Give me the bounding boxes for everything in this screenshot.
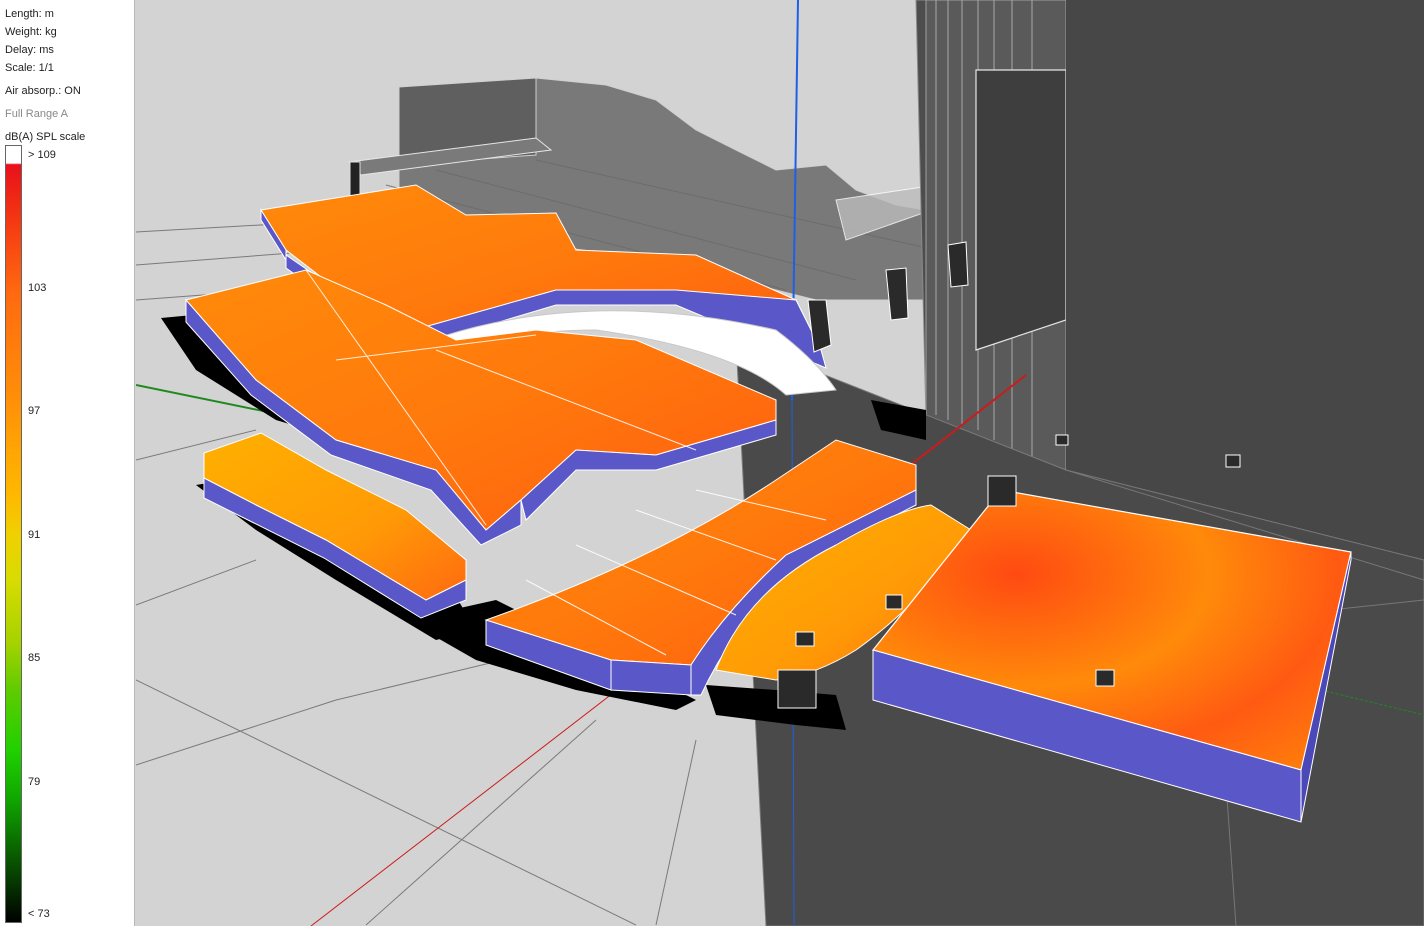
- spl-tick-91: 91: [28, 529, 41, 541]
- subwoofer-icon: [987, 475, 1017, 507]
- spl-color-scale-bar: [5, 145, 22, 923]
- spl-tick-97: 97: [28, 405, 41, 417]
- spl-scale-title: dB(A) SPL scale: [5, 131, 86, 143]
- spl-tick-max: > 109: [28, 149, 56, 161]
- spl-tick-103: 103: [28, 282, 47, 294]
- speaker-array-icon: [885, 267, 909, 321]
- speaker-icon: [795, 631, 815, 647]
- speaker-icon: [1225, 454, 1241, 468]
- frequency-band-label: Full Range A: [5, 108, 68, 120]
- length-unit-label: Length: m: [5, 8, 54, 20]
- speaker-icon: [885, 594, 903, 610]
- air-absorption-label: Air absorp.: ON: [5, 85, 81, 97]
- subwoofer-icon: [777, 669, 817, 709]
- weight-unit-label: Weight: kg: [5, 26, 57, 38]
- spl-tick-79: 79: [28, 776, 41, 788]
- speaker-array-icon: [947, 241, 969, 288]
- speaker-icon: [1095, 669, 1115, 687]
- venue-3d-scene[interactable]: [136, 0, 1424, 926]
- spl-tick-min: < 73: [28, 908, 50, 920]
- spl-tick-85: 85: [28, 652, 41, 664]
- speaker-icon: [1055, 434, 1069, 446]
- 3d-viewport[interactable]: [136, 0, 1424, 926]
- delay-unit-label: Delay: ms: [5, 44, 54, 56]
- scale-label: Scale: 1/1: [5, 62, 54, 74]
- legend-panel: Length: m Weight: kg Delay: ms Scale: 1/…: [0, 0, 135, 926]
